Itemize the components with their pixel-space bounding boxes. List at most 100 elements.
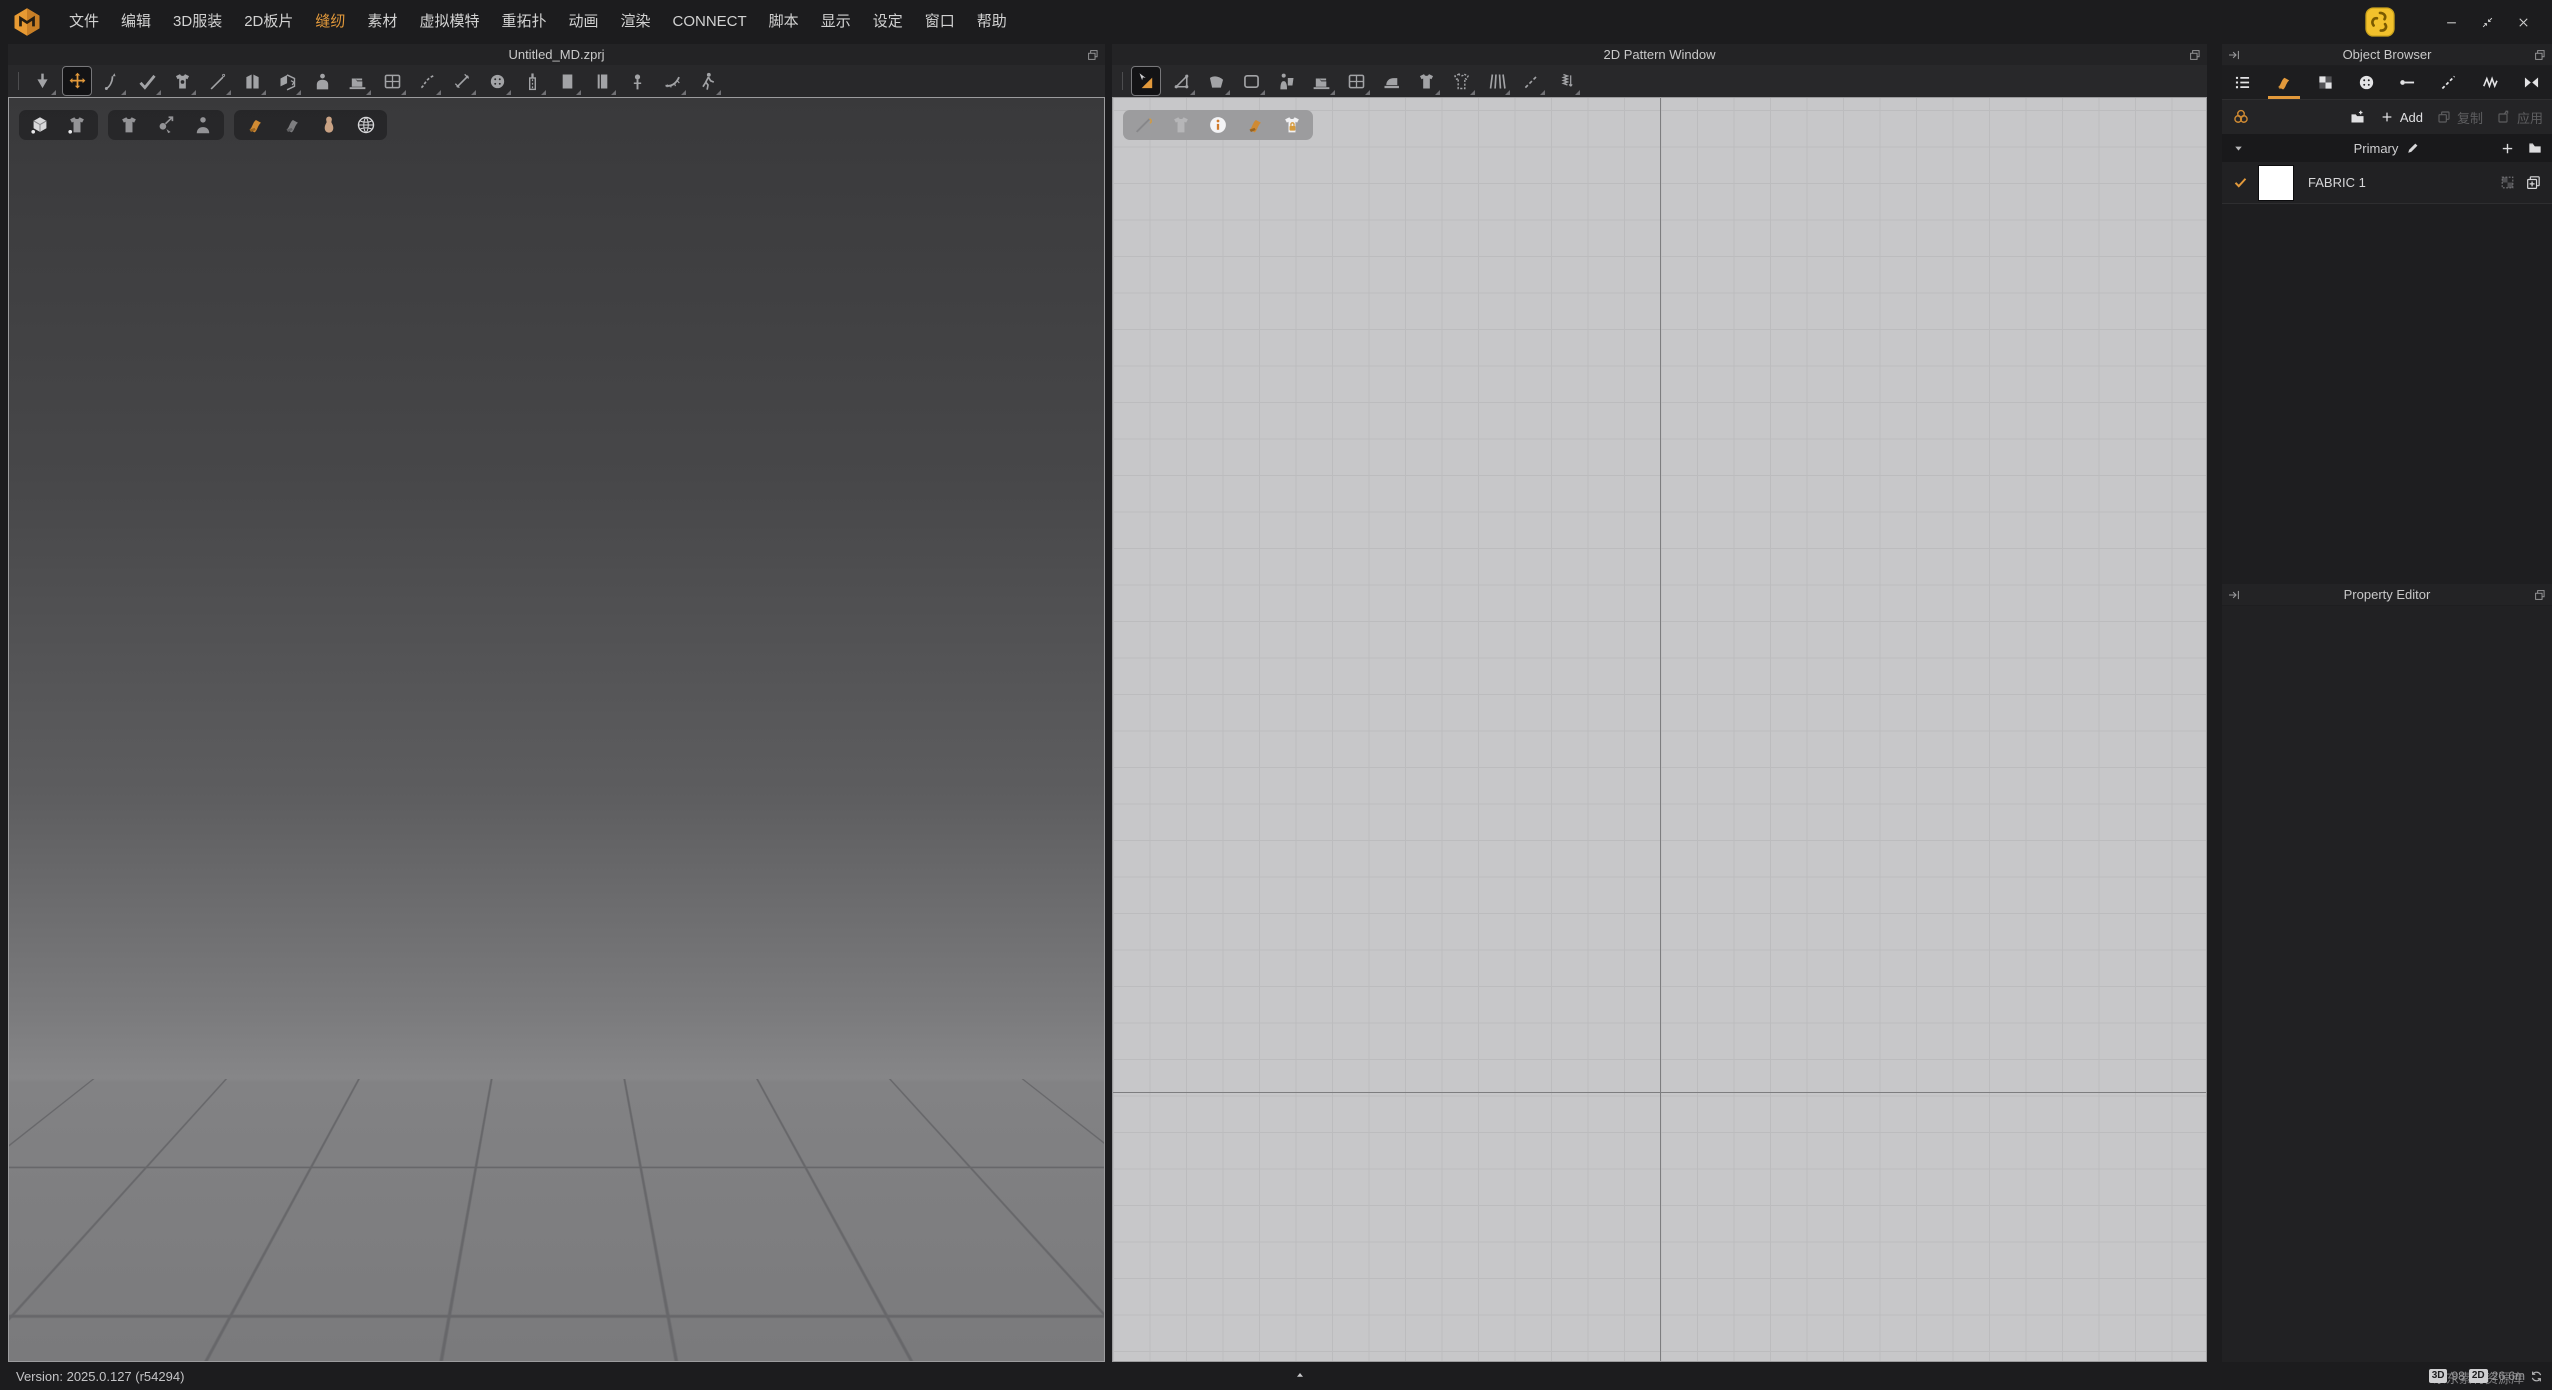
edit-pattern-tool-button[interactable] xyxy=(1166,66,1196,96)
person-toggle-icon[interactable] xyxy=(191,113,215,137)
menu-item-渲染[interactable]: 渲染 xyxy=(609,0,661,44)
tab-button[interactable] xyxy=(2346,66,2387,99)
fabric-gray-toggle-icon[interactable] xyxy=(280,113,304,137)
pin-tool-button[interactable] xyxy=(622,66,652,96)
avatar-garment-tool-button[interactable] xyxy=(307,66,337,96)
menu-item-脚本[interactable]: 脚本 xyxy=(758,0,810,44)
tab-print[interactable] xyxy=(2305,66,2346,99)
apply-fabric-button[interactable]: 应用 xyxy=(2496,108,2543,127)
tab-object-list[interactable] xyxy=(2222,66,2263,99)
fabric-swatch[interactable] xyxy=(2258,165,2294,201)
float-window-icon[interactable] xyxy=(2532,587,2547,602)
elastic-tool-button[interactable] xyxy=(1551,66,1581,96)
shirt-dot-toggle-icon[interactable] xyxy=(65,113,89,137)
viewport-2d-pattern[interactable] xyxy=(1112,97,2207,1362)
tshirt-gray-toggle-icon[interactable] xyxy=(1169,113,1193,137)
flatten-b-tool-button[interactable] xyxy=(587,66,617,96)
pattern-window-tool-button[interactable] xyxy=(1341,66,1371,96)
menu-item-3D服装[interactable]: 3D服装 xyxy=(162,0,233,44)
close-button[interactable] xyxy=(2510,9,2536,35)
duplicate-icon[interactable] xyxy=(2524,174,2542,192)
menu-item-动画[interactable]: 动画 xyxy=(557,0,609,44)
texture-map-icon[interactable] xyxy=(2498,174,2516,192)
tab-topstitch[interactable] xyxy=(2428,66,2469,99)
fabric-orange-toggle-icon[interactable] xyxy=(243,113,267,137)
menu-item-文件[interactable]: 文件 xyxy=(58,0,110,44)
button-attach-tool-button[interactable] xyxy=(482,66,512,96)
copy-fabric-button[interactable]: 复制 xyxy=(2436,108,2483,127)
tab-puckering[interactable] xyxy=(2470,66,2511,99)
tab-motif[interactable] xyxy=(2511,66,2552,99)
move-tool-button[interactable] xyxy=(62,66,92,96)
menu-item-虚拟模特[interactable]: 虚拟模特 xyxy=(408,0,490,44)
iron-tool-button[interactable] xyxy=(1376,66,1406,96)
globe-toggle-icon[interactable] xyxy=(354,113,378,137)
shirt-3d-tool-button[interactable] xyxy=(1411,66,1441,96)
zipper-tool-button[interactable] xyxy=(517,66,547,96)
pin-arrow-toggle-icon[interactable] xyxy=(154,113,178,137)
sewing-machine-tool-button[interactable] xyxy=(342,66,372,96)
add-folder-button[interactable] xyxy=(2349,109,2366,126)
sew-dotted-tool-button[interactable] xyxy=(1446,66,1476,96)
rename-pencil-icon[interactable] xyxy=(2406,141,2420,155)
float-window-icon[interactable] xyxy=(1085,47,1100,62)
sew-free-tool-button[interactable] xyxy=(412,66,442,96)
toolbar-drag-handle[interactable] xyxy=(1122,72,1123,90)
tshirt-toggle-icon[interactable] xyxy=(117,113,141,137)
needle-tool-button[interactable] xyxy=(202,66,232,96)
menu-item-编辑[interactable]: 编辑 xyxy=(110,0,162,44)
walk-avatar-tool-button[interactable] xyxy=(692,66,722,96)
toolbar-drag-handle[interactable] xyxy=(18,72,19,90)
folder-icon[interactable] xyxy=(2526,140,2543,157)
menu-item-素材[interactable]: 素材 xyxy=(356,0,408,44)
sewing-machine-tool-button[interactable] xyxy=(1306,66,1336,96)
selected-check-icon xyxy=(2232,175,2248,191)
minimize-button[interactable] xyxy=(2438,9,2464,35)
fabric-list-item[interactable]: FABRIC 1 xyxy=(2222,162,2552,204)
fit-garment-tool-button[interactable] xyxy=(167,66,197,96)
mannequin-toggle-icon[interactable] xyxy=(317,113,341,137)
lock-shirt-toggle-icon[interactable] xyxy=(1280,113,1304,137)
menu-item-缝纫[interactable]: 缝纫 xyxy=(304,0,356,44)
add-pattern-tool-button[interactable] xyxy=(1236,66,1266,96)
menu-item-窗口[interactable]: 窗口 xyxy=(914,0,966,44)
select-curve-tool-button[interactable] xyxy=(97,66,127,96)
add-fabric-button[interactable]: Add xyxy=(2379,109,2423,126)
fabric-group-header[interactable]: Primary xyxy=(2222,134,2552,162)
float-window-icon[interactable] xyxy=(2187,47,2202,62)
expand-timeline-arrow-icon[interactable] xyxy=(1292,1367,1308,1383)
sew-segment-tool-button[interactable] xyxy=(447,66,477,96)
caret-down-icon[interactable] xyxy=(2231,141,2245,155)
menu-item-帮助[interactable]: 帮助 xyxy=(966,0,1018,44)
collapse-panel-icon[interactable] xyxy=(2226,47,2241,62)
float-window-icon[interactable] xyxy=(2532,47,2547,62)
simulate-tool-button[interactable] xyxy=(27,66,57,96)
fabric-orange-toggle-icon[interactable] xyxy=(1243,113,1267,137)
internal-line-tool-button[interactable] xyxy=(1516,66,1546,96)
menu-item-设定[interactable]: 设定 xyxy=(862,0,914,44)
needle-thread-toggle-icon[interactable] xyxy=(1132,113,1156,137)
menu-item-CONNECT[interactable]: CONNECT xyxy=(662,0,758,44)
menu-item-显示[interactable]: 显示 xyxy=(810,0,862,44)
info-toggle-icon[interactable] xyxy=(1206,113,1230,137)
tab-pin-tab[interactable] xyxy=(2387,66,2428,99)
flip-page-tool-button[interactable] xyxy=(272,66,302,96)
transform-pattern-tool-button[interactable] xyxy=(1131,66,1161,96)
pattern-window-tool-button[interactable] xyxy=(377,66,407,96)
sync-icon[interactable] xyxy=(2529,1369,2544,1384)
pleats-tool-button[interactable] xyxy=(1481,66,1511,96)
sculpt-check-tool-button[interactable] xyxy=(132,66,162,96)
cube-toggle-icon[interactable] xyxy=(28,113,52,137)
restore-button[interactable] xyxy=(2474,9,2500,35)
tape-measure-tool-button[interactable] xyxy=(657,66,687,96)
menu-item-重拓扑[interactable]: 重拓扑 xyxy=(490,0,557,44)
collapse-panel-icon[interactable] xyxy=(2226,587,2241,602)
trace-avatar-tool-button[interactable] xyxy=(1271,66,1301,96)
tab-fabric[interactable] xyxy=(2263,66,2304,99)
fold-garment-tool-button[interactable] xyxy=(237,66,267,96)
add-to-group-icon[interactable] xyxy=(2499,140,2516,157)
viewport-3d[interactable] xyxy=(8,97,1105,1362)
edit-curve-tool-button[interactable] xyxy=(1201,66,1231,96)
menu-item-2D板片[interactable]: 2D板片 xyxy=(233,0,304,44)
flatten-a-tool-button[interactable] xyxy=(552,66,582,96)
